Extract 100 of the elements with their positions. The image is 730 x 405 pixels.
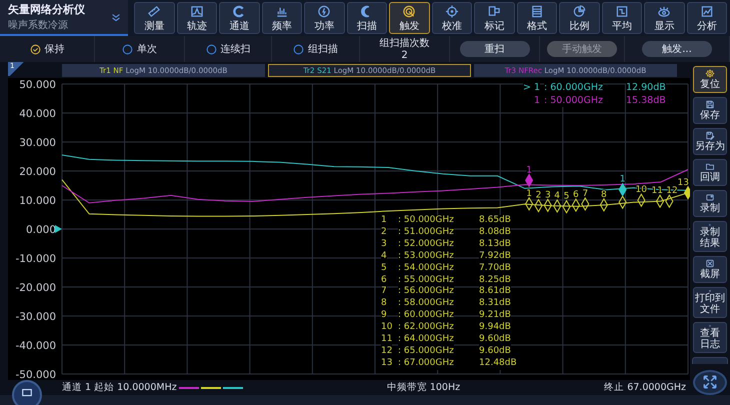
toolbar-button[interactable]: 标记 xyxy=(474,2,514,34)
action-button[interactable]: 触发... xyxy=(642,41,712,57)
expand-button[interactable] xyxy=(693,370,727,396)
folder-icon xyxy=(704,162,716,171)
axis-label: -30.000 xyxy=(15,311,56,323)
marker-frequency: : 62.000GHz xyxy=(398,322,454,334)
stop-frequency: 终止 67.0000GHz xyxy=(604,381,686,394)
ruler-icon xyxy=(147,5,162,18)
toolbar-button[interactable]: 触发 xyxy=(389,2,430,34)
axis-label: 10.000 xyxy=(19,195,56,207)
marker-value: 8.13dB xyxy=(479,238,511,251)
axis-label: -10.000 xyxy=(15,253,56,265)
radio-option[interactable]: 单次 xyxy=(122,42,157,56)
marker-value: 9.21dB xyxy=(479,310,511,322)
radar-icon xyxy=(402,5,416,18)
toolbar-button[interactable]: 校准 xyxy=(432,2,472,34)
toolbar-button[interactable]: 平均 xyxy=(602,2,642,34)
sweep-count-label: 组扫描次数 xyxy=(380,38,430,48)
marker-frequency: : 64.000GHz xyxy=(398,334,454,346)
marker-frequency: : 51.000GHz xyxy=(398,226,454,239)
sidebar-button[interactable]: 回调 xyxy=(693,159,727,186)
eye-icon xyxy=(657,5,672,18)
axis-label: -20.000 xyxy=(15,282,56,294)
sidebar-button[interactable]: 查看日志 xyxy=(693,322,727,353)
marker-frequency: : 67.000GHz xyxy=(398,358,454,370)
marker-frequency: : 55.000GHz xyxy=(398,274,454,286)
marker-value: 9.60dB xyxy=(479,346,511,358)
toolbar-button[interactable]: 扫描 xyxy=(346,2,387,34)
markers-drawing[interactable] xyxy=(525,173,690,214)
marker-label: 4 xyxy=(554,191,560,202)
radio-option[interactable]: 连续扫 xyxy=(206,42,250,56)
if-bandwidth: 中频带宽 100Hz xyxy=(386,381,460,394)
marker-frequency: : 60.000GHz xyxy=(398,310,454,322)
marker-label: 2 xyxy=(536,190,542,201)
marker-value: 7.70dB xyxy=(479,262,511,275)
axis-label: -50.000 xyxy=(15,369,56,380)
toolbar-button[interactable]: 比例 xyxy=(559,2,600,34)
marker-label: 1 xyxy=(526,165,532,176)
arc-icon xyxy=(232,5,246,18)
record-icon xyxy=(704,193,716,202)
app-subtitle: 噪声系数冷源 xyxy=(8,20,68,32)
waveform-icon xyxy=(190,5,204,18)
spectrum-icon xyxy=(274,5,289,18)
marker-label: 1 xyxy=(526,188,532,199)
marker-frequency: : 56.000GHz xyxy=(398,286,454,298)
toolbar-button[interactable]: 频率 xyxy=(262,2,302,34)
toolbar-button[interactable]: 功率 xyxy=(304,2,344,34)
crop-icon xyxy=(704,258,716,268)
toolbar-button[interactable]: 显示 xyxy=(644,2,684,34)
windows-icon xyxy=(487,5,502,18)
marker-label: 8 xyxy=(601,190,607,200)
marker-value: 8.61dB xyxy=(479,286,511,298)
marker-label: 5 xyxy=(564,192,570,202)
sidebar-button[interactable]: 截屏 xyxy=(693,256,727,283)
sidebar-button[interactable]: 复位 xyxy=(693,66,727,93)
marker-value: 7.92dB xyxy=(479,250,511,263)
axis-label: 50.000 xyxy=(19,79,56,91)
axis-label: -40.000 xyxy=(15,340,56,352)
axis-label: 0.000 xyxy=(26,224,56,236)
marker-frequency: : 60.000GHz xyxy=(544,81,603,94)
marker-value: 9.60dB xyxy=(479,334,511,346)
axis-label: 40.000 xyxy=(19,108,56,120)
marker-label: 13 xyxy=(678,178,689,188)
floppy-pen-icon xyxy=(704,131,716,140)
power-icon xyxy=(317,5,332,18)
floppy-icon xyxy=(704,100,716,109)
pie-icon xyxy=(572,5,586,18)
marker-label: 3 xyxy=(544,190,551,200)
toolbar-button[interactable]: 分析 xyxy=(686,2,727,34)
toolbar-button[interactable]: 轨迹 xyxy=(176,2,217,34)
marker-value: 8.08dB xyxy=(479,226,511,239)
line-chart-icon xyxy=(700,5,714,18)
sidebar-button[interactable]: 打印到文件 xyxy=(693,286,727,318)
marker-label: 6 xyxy=(573,190,579,200)
marker-frequency: : 50.000GHz xyxy=(398,215,454,227)
marker-frequency: : 65.000GHz xyxy=(398,346,454,358)
gear-icon xyxy=(704,69,716,78)
action-button[interactable]: 重扫 xyxy=(460,41,530,57)
radio-option[interactable]: 组扫描 xyxy=(293,42,338,56)
start-frequency: 通道 1 起始 10.0000MHz xyxy=(62,381,177,394)
marker-frequency: : 58.000GHz xyxy=(398,298,454,310)
toolbar-button[interactable]: 通道 xyxy=(219,2,260,34)
toolbar-button[interactable]: 测量 xyxy=(134,2,174,34)
crosshair-icon xyxy=(444,5,459,18)
sidebar-button[interactable]: 录制结果 xyxy=(693,221,727,252)
marker-frequency: : 52.000GHz xyxy=(398,238,454,251)
app-title: 矢量网络分析仪 xyxy=(8,3,85,16)
sidebar-button[interactable]: 另存为 xyxy=(693,128,727,155)
reference-arrow-icon[interactable] xyxy=(55,225,62,233)
double-chevron-icon[interactable] xyxy=(110,12,122,24)
sidebar-button[interactable]: 录制 xyxy=(693,190,727,217)
sweep-count-value[interactable]: 2 xyxy=(401,50,408,60)
marker-value: 9.94dB xyxy=(479,322,511,334)
marker-label: 7 xyxy=(582,189,588,200)
marker-value: 8.65dB xyxy=(479,215,511,227)
monitor-icon xyxy=(21,387,33,399)
radio-option[interactable]: 保持 xyxy=(30,42,64,56)
toolbar-button[interactable]: 格式 xyxy=(516,2,557,34)
sidebar-button[interactable]: 保存 xyxy=(693,97,727,124)
chart-icon xyxy=(614,5,629,18)
